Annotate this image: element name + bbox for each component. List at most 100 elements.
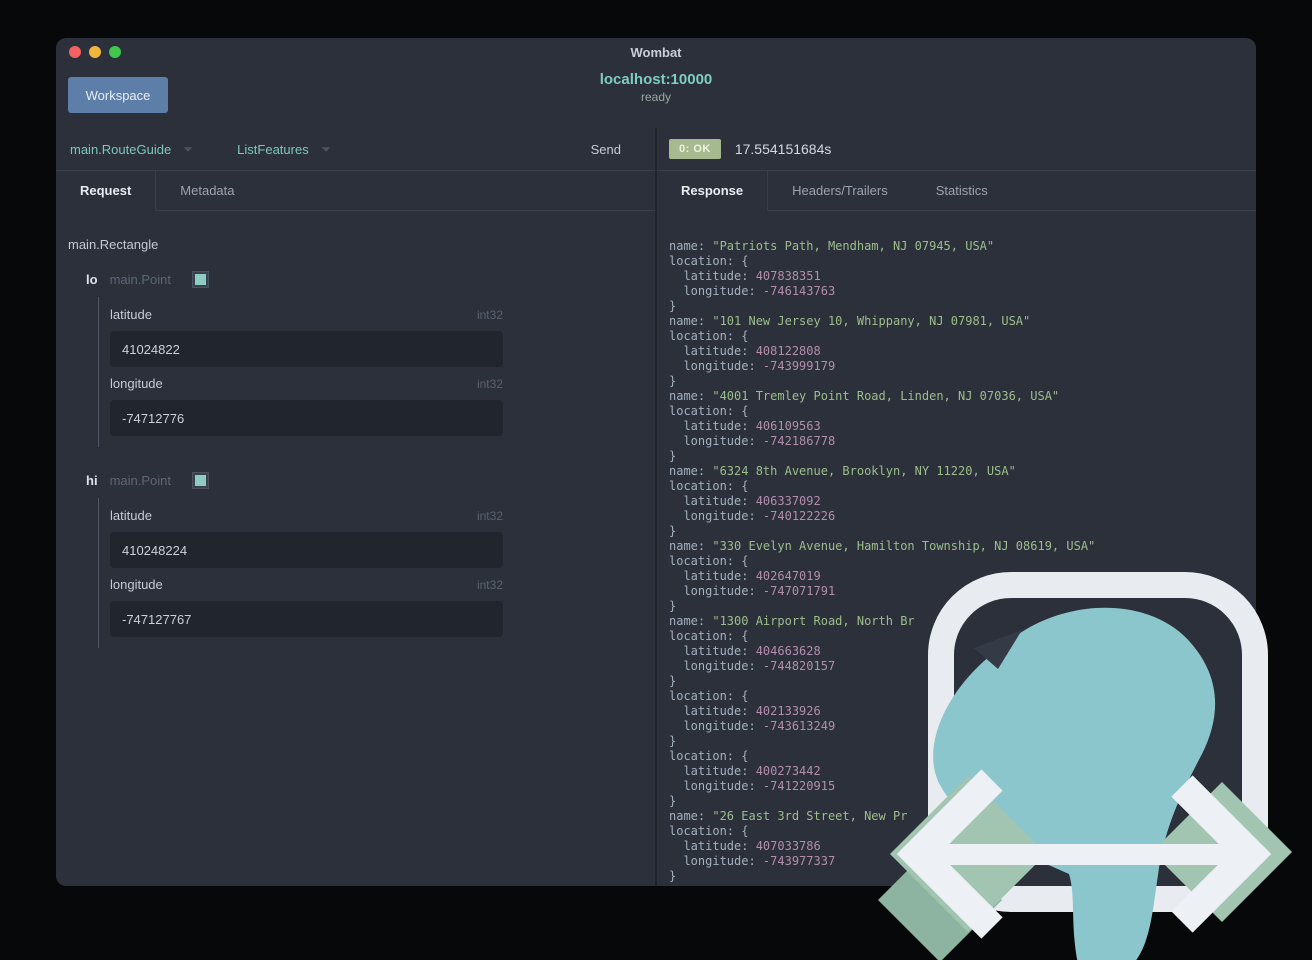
response-line: longitude: -744820157 [669,659,836,673]
response-line: latitude: 400273442 [669,764,821,778]
group-header: hi main.Point [86,473,655,488]
result-bar: 0: OK 17.554151684s [657,128,1256,171]
response-line: } [669,299,677,313]
app-window: Wombat Workspace localhost:10000 ready m… [56,38,1256,886]
longitude-input[interactable] [110,601,503,637]
message-type-label: main.Rectangle [68,237,159,252]
response-tabs: Response Headers/Trailers Statistics [657,171,1256,211]
response-line: location: { [669,749,749,763]
response-line: } [669,794,677,808]
field-label: longitude [110,376,163,391]
zoom-icon[interactable] [109,46,121,58]
tab-request[interactable]: Request [56,171,157,211]
response-body[interactable]: name: "Patriots Path, Mendham, NJ 07945,… [657,211,1256,886]
response-line: latitude: 404663628 [669,644,821,658]
server-address: localhost:10000 [599,71,713,88]
group-fields: latitude int32 longitude int32 [98,498,655,648]
checkbox-icon[interactable] [192,473,208,488]
request-form: main.Rectangle lo main.Point latitude int32… [56,211,655,886]
group-name: lo [86,272,98,287]
server-block: localhost:10000 ready [56,71,1256,104]
group-type: main.Point [109,272,171,287]
chevron-down-icon [321,147,331,152]
minimize-icon[interactable] [89,46,101,58]
response-line: name: "4001 Tremley Point Road, Linden, … [669,389,1060,403]
method-select-value: ListFeatures [237,141,309,157]
field-label-row: longitude int32 [110,376,503,391]
field-group-hi: hi main.Point latitude int32 longitude int32 [68,473,655,648]
field-label: longitude [110,577,163,592]
response-line: } [669,599,677,613]
field-label: latitude [110,508,152,523]
field-label-row: latitude int32 [110,307,503,322]
tab-headers-trailers[interactable]: Headers/Trailers [768,171,912,211]
connection-status: ready [640,90,672,104]
response-line: latitude: 402647019 [669,569,821,583]
tab-response[interactable]: Response [657,171,769,211]
field-label: latitude [110,307,152,322]
response-line: longitude: -746143763 [669,284,836,298]
field-group-lo: lo main.Point latitude int32 longitude int32 [68,272,655,447]
response-line: latitude: 408122808 [669,344,821,358]
response-line: latitude: 407838351 [669,269,821,283]
method-select[interactable]: ListFeatures [237,142,333,157]
response-line: latitude: 407033786 [669,839,821,853]
window-title: Wombat [630,45,682,60]
method-toolbar: main.RouteGuide ListFeatures Send [56,128,655,171]
request-panel: main.RouteGuide ListFeatures Send Reques… [56,128,655,886]
form-groups: lomain.Pointlatitudeint32longitudeint32h… [68,272,655,648]
response-line: } [669,734,677,748]
request-tabs: Request Metadata [56,171,655,211]
response-line: location: { [669,329,749,343]
longitude-input[interactable] [110,400,503,436]
response-line: location: { [669,689,749,703]
response-line: location: { [669,404,749,418]
field-type: int32 [476,509,503,523]
response-line: name: "101 New Jersey 10, Whippany, NJ 0… [669,314,1031,328]
response-line: } [669,674,677,688]
service-select[interactable]: main.RouteGuide [70,142,195,157]
response-line: longitude: -742186778 [669,434,836,448]
latitude-input[interactable] [110,331,503,367]
close-icon[interactable] [69,46,81,58]
titlebar: Wombat [56,38,1256,66]
field-type: int32 [476,377,503,391]
header: Workspace localhost:10000 ready [56,66,1256,128]
send-button[interactable]: Send [591,142,621,157]
response-line: name: "6324 8th Avenue, Brooklyn, NY 112… [669,464,1016,478]
response-line: longitude: -743613249 [669,719,836,733]
response-line: } [669,524,677,538]
response-panel: 0: OK 17.554151684s Response Headers/Trai… [657,128,1256,886]
response-line: longitude: -743977337 [669,854,836,868]
tab-statistics[interactable]: Statistics [911,171,1012,211]
response-line: name: "330 Evelyn Avenue, Hamilton Towns… [669,539,1096,553]
status-badge: 0: OK [669,139,721,159]
chevron-down-icon [183,147,193,152]
tab-metadata[interactable]: Metadata [156,171,259,211]
tabs-filler [1011,171,1256,211]
field-type: int32 [476,308,503,322]
response-line: } [669,869,677,883]
response-line: location: { [669,554,749,568]
response-line: latitude: 406109563 [669,419,821,433]
response-line: location: { [669,254,749,268]
group-name: hi [86,473,98,488]
checkbox-icon[interactable] [192,272,208,287]
response-line: longitude: -741220915 [669,779,836,793]
field-type: int32 [476,578,503,592]
response-line: } [669,449,677,463]
response-line: location: { [669,824,749,838]
latitude-input[interactable] [110,532,503,568]
response-line: location: { [669,629,749,643]
field-label-row: latitude int32 [110,508,503,523]
response-line: location: { [669,479,749,493]
service-select-value: main.RouteGuide [70,141,172,157]
response-line: name: "Patriots Path, Mendham, NJ 07945,… [669,239,995,253]
response-line: latitude: 406337092 [669,494,821,508]
response-line: longitude: -740122226 [669,509,836,523]
response-line: name: "26 East 3rd Street, New Pr [669,809,908,823]
response-line: longitude: -747071791 [669,584,836,598]
main-split: main.RouteGuide ListFeatures Send Reques… [56,128,1256,886]
response-line: } [669,374,677,388]
group-fields: latitude int32 longitude int32 [98,297,655,447]
